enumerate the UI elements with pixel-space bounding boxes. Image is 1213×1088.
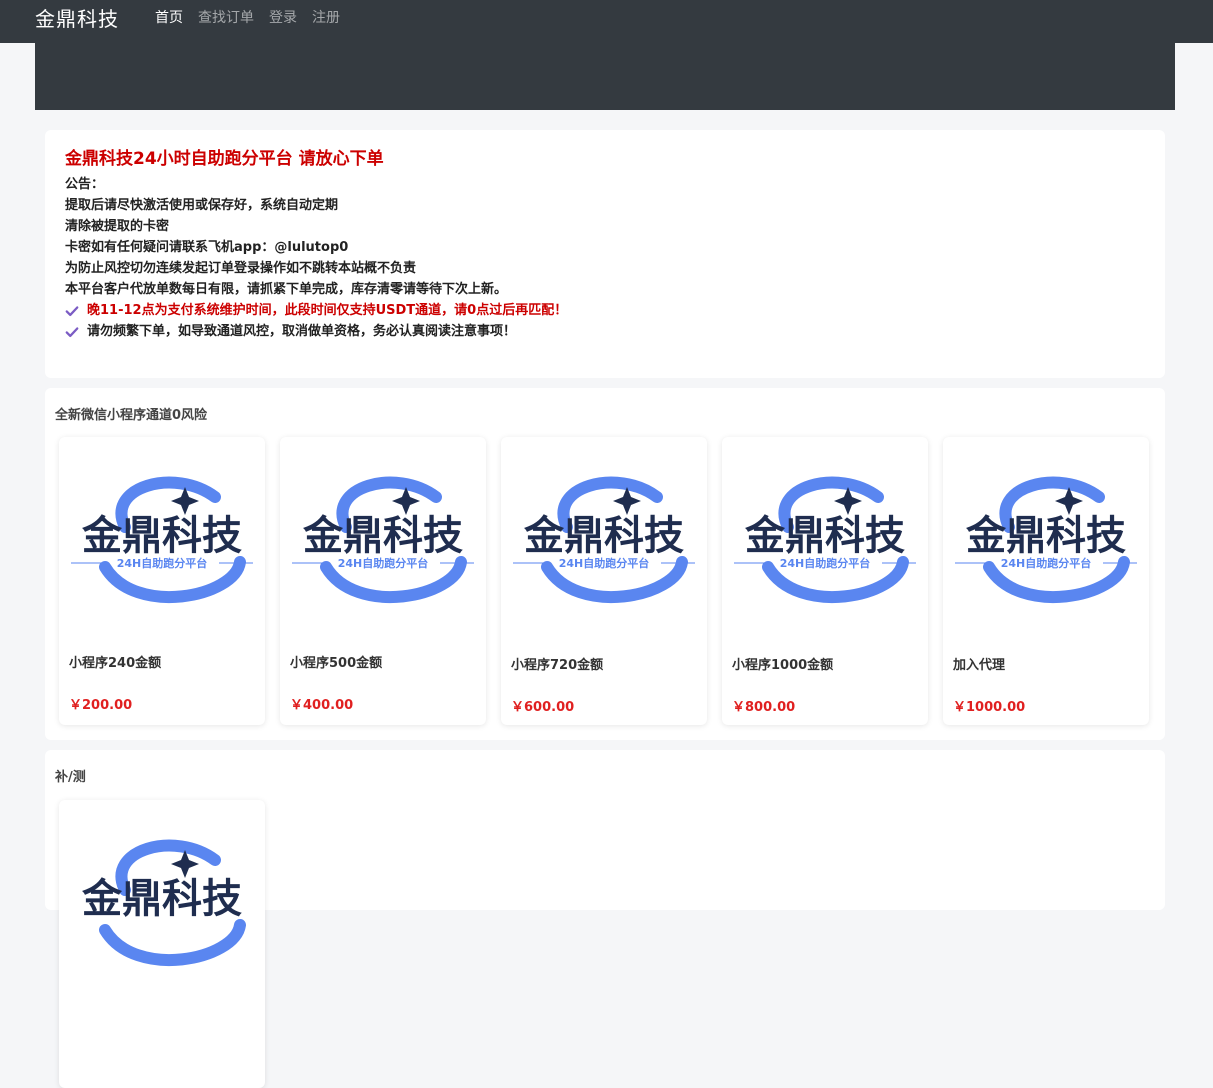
notice-maintenance-text: 晚11-12点为支付系统维护时间，此段时间仅支持USDT通道，请0点过后再匹配！ bbox=[87, 303, 568, 318]
product-name: 小程序240金额 bbox=[69, 656, 162, 671]
notice-line: 公告： bbox=[65, 177, 105, 192]
section-title: 补/测 bbox=[55, 770, 86, 785]
logo-sub-text: 24H自助跑分平台 bbox=[117, 556, 208, 570]
product-name: 小程序500金额 bbox=[290, 656, 383, 671]
product-card[interactable]: 金鼎科技 24H自助跑分平台 小程序500金额 ￥400.00 bbox=[280, 437, 486, 725]
brand-logo-image: 金鼎科技 24H自助跑分平台 bbox=[292, 476, 474, 604]
nav-menu: 首页 查找订单 登录 注册 bbox=[155, 7, 340, 27]
brand-logo-image: 金鼎科技 24H自助跑分平台 bbox=[71, 476, 253, 604]
notice-line: 卡密如有任何疑问请联系飞机app：@lulutop0 bbox=[65, 240, 349, 255]
logo-sub-text: 24H自助跑分平台 bbox=[338, 556, 429, 570]
product-name: 小程序1000金额 bbox=[732, 658, 834, 673]
notice-line: 本平台客户代放单数每日有限，请抓紧下单完成，库存清零请等待下次上新。 bbox=[65, 282, 508, 297]
nav-home[interactable]: 首页 bbox=[155, 7, 183, 27]
notice-warning-text: 请勿频繁下单，如导致通道风控，取消做单资格，务必认真阅读注意事项！ bbox=[87, 324, 517, 339]
notice-maintenance: 晚11-12点为支付系统维护时间，此段时间仅支持USDT通道，请0点过后再匹配！ bbox=[65, 300, 1145, 321]
product-price: ￥800.00 bbox=[732, 700, 796, 715]
brand-logo-image: 金鼎科技 24H自助跑分平台 bbox=[734, 476, 916, 604]
notice-line: 提取后请尽快激活使用或保存好，系统自动定期 bbox=[65, 198, 339, 213]
logo-sub-text: 24H自助跑分平台 bbox=[780, 556, 871, 570]
product-price: ￥1000.00 bbox=[953, 700, 1026, 715]
product-price: ￥400.00 bbox=[290, 698, 354, 713]
product-section-supplement: 补/测 金鼎科技 bbox=[45, 750, 1165, 1088]
logo-sub-text: 24H自助跑分平台 bbox=[1001, 556, 1092, 570]
section-title: 全新微信小程序通道0风险 bbox=[55, 408, 208, 423]
product-price: ￥200.00 bbox=[69, 698, 133, 713]
logo-main-text: 金鼎科技 bbox=[302, 513, 463, 559]
product-price: ￥600.00 bbox=[511, 700, 575, 715]
logo-main-text: 金鼎科技 bbox=[744, 513, 905, 559]
nav-login[interactable]: 登录 bbox=[269, 7, 297, 27]
logo-sub-text: 24H自助跑分平台 bbox=[559, 556, 650, 570]
logo-main-text: 金鼎科技 bbox=[81, 513, 242, 559]
product-card[interactable]: 金鼎科技 24H自助跑分平台 小程序240金额 ￥200.00 bbox=[59, 437, 265, 725]
product-card[interactable]: 金鼎科技 24H自助跑分平台 小程序720金额 ￥600.00 bbox=[501, 437, 707, 725]
logo-main-text: 金鼎科技 bbox=[81, 876, 242, 922]
check-icon bbox=[65, 305, 79, 316]
product-card[interactable]: 金鼎科技 24H自助跑分平台 加入代理 ￥1000.00 bbox=[943, 437, 1149, 725]
notice-warning: 请勿频繁下单，如导致通道风控，取消做单资格，务必认真阅读注意事项！ bbox=[65, 321, 1145, 342]
logo-main-text: 金鼎科技 bbox=[965, 513, 1126, 559]
notice-line: 为防止风控切勿连续发起订单登录操作如不跳转本站概不负责 bbox=[65, 261, 417, 276]
notice-line: 清除被提取的卡密 bbox=[65, 219, 170, 234]
brand-logo-image: 金鼎科技 24H自助跑分平台 bbox=[513, 476, 695, 604]
notice-card: 金鼎科技24小时自助跑分平台 请放心下单 公告： 提取后请尽快激活使用或保存好，… bbox=[45, 130, 1165, 378]
check-icon bbox=[65, 326, 79, 337]
notice-title: 金鼎科技24小时自助跑分平台 请放心下单 bbox=[65, 149, 384, 169]
brand-logo-image: 金鼎科技 24H自助跑分平台 bbox=[955, 476, 1137, 604]
header-banner bbox=[35, 43, 1175, 110]
nav-find-order[interactable]: 查找订单 bbox=[198, 7, 254, 27]
top-navbar: 金鼎科技 首页 查找订单 登录 注册 bbox=[0, 0, 1213, 43]
brand-logo-image: 金鼎科技 bbox=[81, 839, 246, 967]
product-name: 加入代理 bbox=[953, 658, 1006, 673]
product-card[interactable]: 金鼎科技 24H自助跑分平台 小程序1000金额 ￥800.00 bbox=[722, 437, 928, 725]
product-card[interactable]: 金鼎科技 bbox=[59, 800, 265, 1088]
brand-name[interactable]: 金鼎科技 bbox=[35, 3, 119, 32]
product-section-wechat: 全新微信小程序通道0风险 金鼎科技 24H自助跑分平台 小程序240金额 ￥20… bbox=[45, 388, 1165, 740]
product-name: 小程序720金额 bbox=[511, 658, 604, 673]
logo-main-text: 金鼎科技 bbox=[523, 513, 684, 559]
nav-register[interactable]: 注册 bbox=[312, 7, 340, 27]
